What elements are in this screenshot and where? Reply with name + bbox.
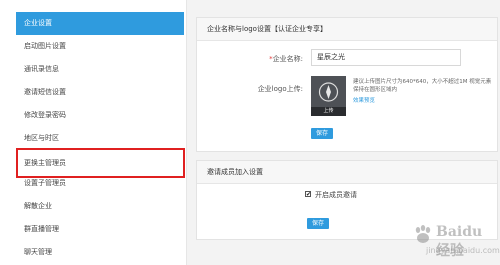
sidebar-item-live-management[interactable]: 群直播管理 (16, 218, 184, 241)
watermark-url: jingyan.baidu.com (426, 246, 500, 255)
name-label: 企业名称: (272, 55, 303, 63)
panel-title: 企业名称与logo设置【认证企业专享】 (197, 18, 497, 41)
highlight-annotation-box (16, 148, 185, 178)
sidebar-item-contacts-info[interactable]: 通讯录信息 (16, 58, 184, 81)
baidu-watermark: Baidu经验 jingyan.baidu.com (410, 224, 500, 260)
paw-icon (415, 225, 431, 243)
sidebar-item-dissolve[interactable]: 解散企业 (16, 195, 184, 218)
name-label-row: *企业名称: (213, 54, 303, 64)
company-name-input[interactable]: 星辰之光 (311, 49, 461, 66)
sidebar: 企业设置 启动图片设置 通讯录信息 邀请短信设置 修改登录密码 地区与时区 更换… (0, 0, 187, 265)
save-invite-button[interactable]: 保存 (307, 218, 329, 229)
logo-label: 企业logo上传: (257, 85, 303, 93)
panel-title: 邀请成员加入设置 (197, 161, 497, 184)
sidebar-item-chat-management[interactable]: 聊天管理 (16, 241, 184, 264)
sidebar-item-region-timezone[interactable]: 地区与时区 (16, 127, 184, 150)
sidebar-item-change-password[interactable]: 修改登录密码 (16, 104, 184, 127)
save-logo-button[interactable]: 保存 (311, 128, 333, 139)
sidebar-item-enterprise-settings[interactable]: 企业设置 (16, 12, 184, 35)
preview-link[interactable]: 效果预览 (353, 96, 375, 104)
invite-checkbox-label: 开启成员邀请 (315, 191, 357, 199)
logo-upload[interactable]: 上传 (311, 76, 346, 116)
sidebar-item-invite-sms[interactable]: 邀请短信设置 (16, 81, 184, 104)
upload-caption: 上传 (311, 107, 346, 116)
sidebar-item-startup-image[interactable]: 启动图片设置 (16, 35, 184, 58)
upload-hint: 建议上传图片尺寸为640*640，大小不超过1M 视觉元素保持在圆形区域内 (353, 79, 492, 93)
name-logo-panel: 企业名称与logo设置【认证企业专享】 *企业名称: 星辰之光 企业logo上传… (196, 17, 498, 152)
invite-checkbox[interactable]: ✔ (305, 191, 311, 198)
